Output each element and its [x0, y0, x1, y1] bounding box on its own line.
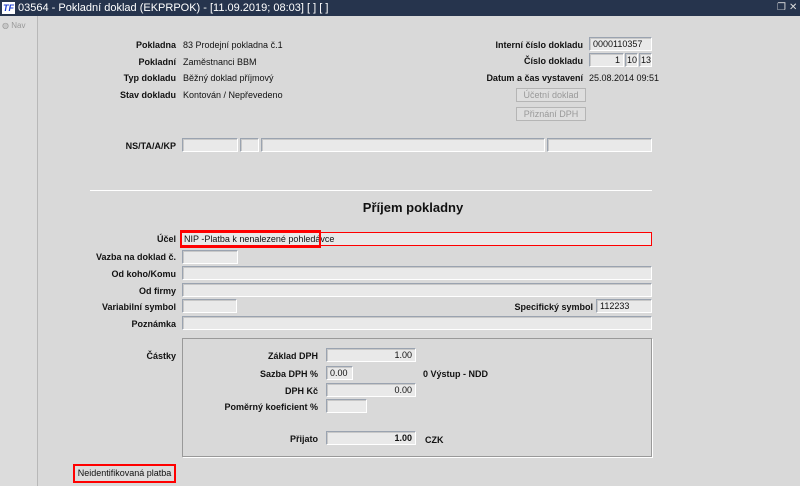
firma-field[interactable] — [182, 283, 652, 297]
prijato-label: Přijato — [289, 434, 318, 444]
vazba-field[interactable] — [182, 250, 238, 264]
pokladna-label: Pokladna — [135, 40, 176, 50]
dph-field[interactable]: 0.00 — [326, 383, 416, 397]
cislo-field-2[interactable]: 10 — [625, 53, 638, 67]
kp-field[interactable] — [547, 138, 652, 152]
typ-value: Běžný doklad příjmový — [183, 73, 274, 83]
zaklad-field[interactable]: 1.00 — [326, 348, 416, 362]
poznamka-label: Poznámka — [131, 319, 176, 329]
stav-label: Stav dokladu — [119, 90, 176, 100]
a-field[interactable] — [261, 138, 545, 152]
ta-field[interactable] — [240, 138, 259, 152]
nav-label: Nav — [11, 21, 26, 30]
title-bar: TF 03564 - Pokladní doklad (EKPRPOK) - [… — [0, 0, 800, 16]
pokladni-label: Pokladní — [138, 57, 176, 67]
interni-label: Interní číslo dokladu — [495, 40, 583, 50]
poznamka-field[interactable] — [182, 316, 652, 330]
sidebar: ◍ Nav — [0, 16, 38, 486]
window-title: 03564 - Pokladní doklad (EKPRPOK) - [11.… — [18, 2, 329, 14]
pomer-label: Poměrný koeficient % — [224, 402, 318, 412]
ns-label: NS/TA/A/KP — [125, 141, 176, 151]
sazba-field[interactable]: 0.00 — [326, 366, 353, 380]
datum-label: Datum a čas vystavení — [486, 73, 583, 83]
typ-label: Typ dokladu — [123, 73, 176, 83]
vazba-label: Vazba na doklad č. — [95, 252, 176, 262]
stav-value: Kontován / Nepřevedeno — [183, 90, 283, 100]
interni-field[interactable]: 0000110357 — [589, 37, 652, 51]
ss-label: Specifický symbol — [514, 302, 593, 312]
firma-label: Od firmy — [138, 286, 176, 296]
odkoho-field[interactable] — [182, 266, 652, 280]
castky-panel — [182, 338, 652, 457]
cislo-field-1[interactable]: 1 — [589, 53, 624, 67]
dph-label: DPH Kč — [284, 386, 318, 396]
ucel-highlight — [180, 230, 321, 248]
sazba-label: Sazba DPH % — [259, 369, 318, 379]
pokladni-value: Zaměstnanci BBM — [183, 57, 257, 67]
close-icon[interactable]: ✕ — [789, 0, 797, 16]
datum-value: 25.08.2014 09:51 — [589, 73, 660, 83]
nav-icon: ◍ — [2, 21, 9, 30]
priznani-dph-button[interactable]: Přiznání DPH — [516, 107, 586, 121]
mena-label: CZK — [425, 435, 444, 445]
neidentifikovana-platba-button[interactable]: Neidentifikovaná platba — [73, 464, 176, 483]
ucetni-doklad-button[interactable]: Účetní doklad — [516, 88, 586, 102]
castky-label: Částky — [146, 351, 176, 361]
ucel-label: Účel — [156, 234, 176, 244]
divider — [90, 190, 652, 191]
ns-field[interactable] — [182, 138, 238, 152]
odkoho-label: Od koho/Komu — [111, 269, 177, 279]
ss-field[interactable]: 112233 — [596, 299, 652, 313]
nav-button[interactable]: ◍ Nav — [2, 21, 25, 30]
pokladna-value: 83 Prodejní pokladna č.1 — [183, 40, 283, 50]
pomer-field[interactable] — [326, 399, 367, 413]
sazba-note: 0 Výstup - NDD — [423, 369, 489, 379]
vs-field[interactable] — [182, 299, 237, 313]
zaklad-label: Základ DPH — [267, 351, 318, 361]
section-title: Příjem pokladny — [362, 200, 464, 215]
cislo-label: Číslo dokladu — [523, 56, 583, 66]
vs-label: Variabilní symbol — [101, 302, 176, 312]
cislo-field-3[interactable]: 13 — [639, 53, 652, 67]
restore-icon[interactable]: ❐ — [777, 0, 786, 16]
prijato-field[interactable]: 1.00 — [326, 431, 416, 445]
app-logo-icon: TF — [2, 2, 15, 14]
